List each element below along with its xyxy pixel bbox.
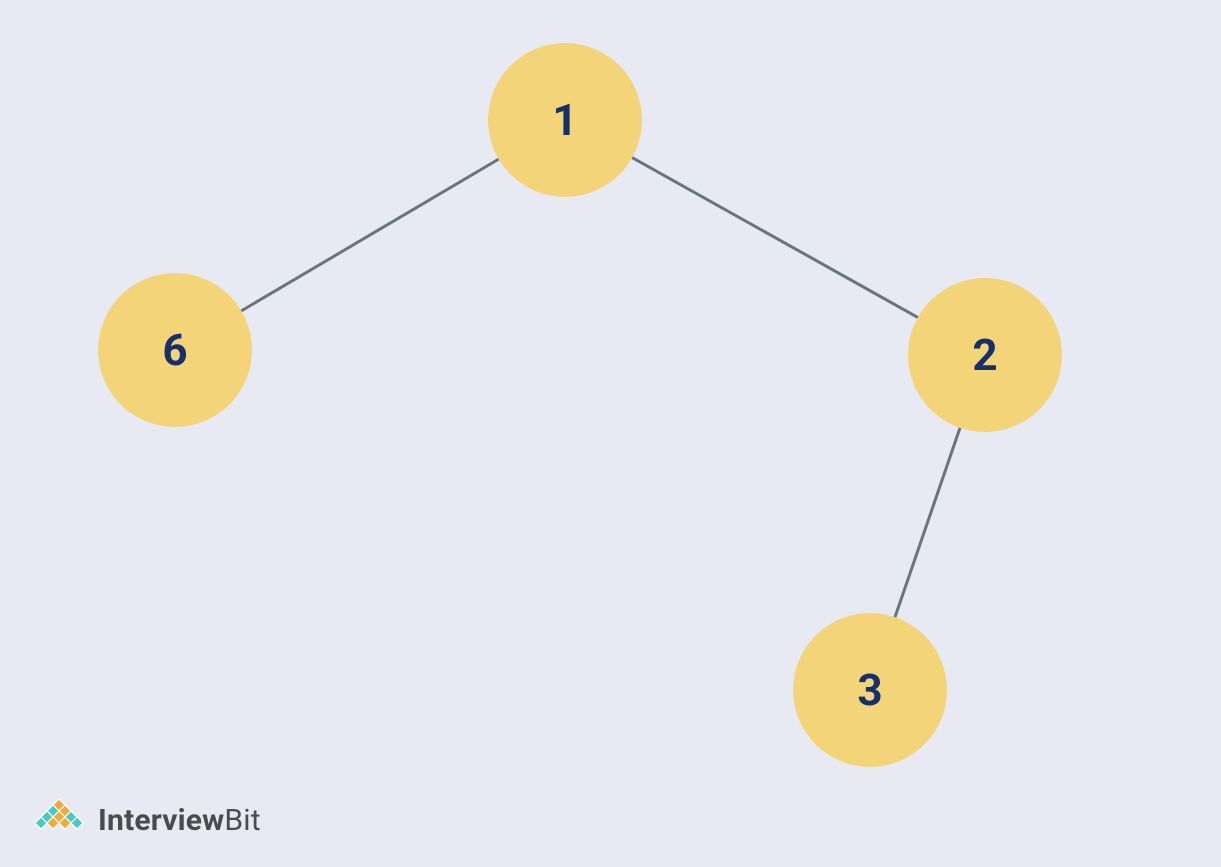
- logo-text: InterviewBit: [98, 803, 261, 838]
- tree-node-label: 3: [857, 664, 882, 716]
- interviewbit-logo-icon: [30, 795, 88, 845]
- logo-text-light: Bit: [224, 803, 260, 838]
- tree-node-label: 1: [552, 94, 577, 146]
- tree-edge: [241, 159, 498, 311]
- interviewbit-logo: InterviewBit: [30, 795, 261, 845]
- tree-node-1: 1: [488, 43, 642, 197]
- tree-node-label: 6: [162, 324, 187, 376]
- tree-edge: [895, 428, 960, 617]
- tree-node-3: 3: [793, 613, 947, 767]
- tree-edge: [632, 158, 918, 318]
- logo-text-bold: Interview: [98, 803, 224, 838]
- tree-node-6: 6: [98, 273, 252, 427]
- tree-node-2: 2: [908, 278, 1062, 432]
- tree-node-label: 2: [972, 329, 997, 381]
